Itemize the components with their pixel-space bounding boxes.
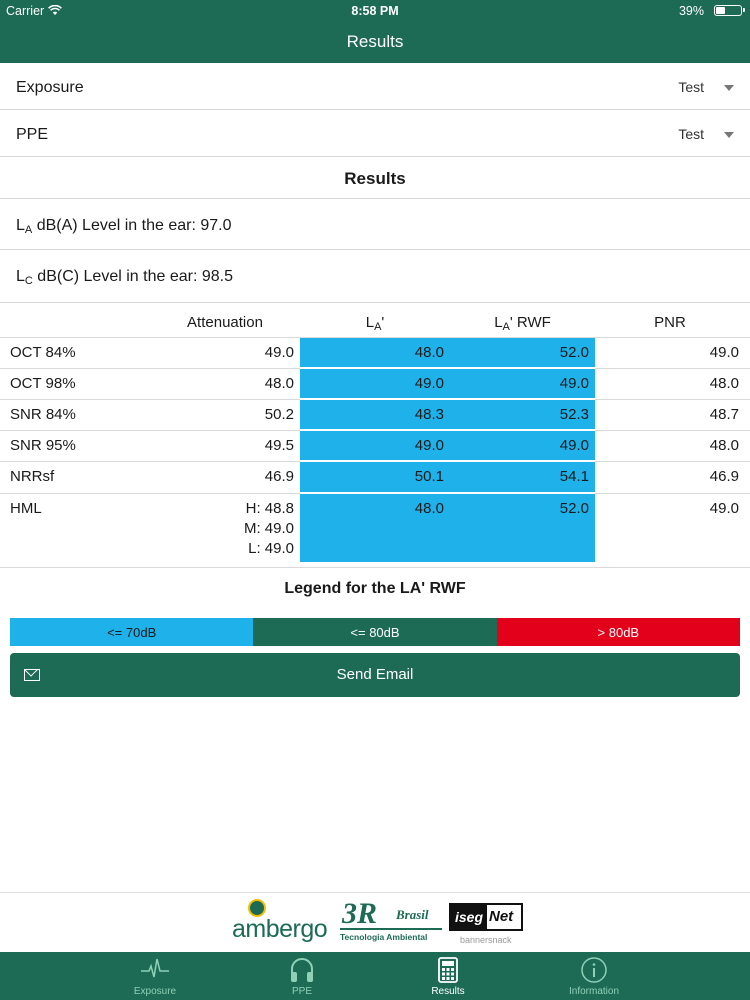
row-attenuation: 46.9 xyxy=(264,468,294,485)
row-attenuation: 49.0 xyxy=(264,344,294,361)
battery-percent: 39% xyxy=(678,4,704,18)
row-la: 50.1 xyxy=(414,468,444,485)
legend-title: Legend for the LA' RWF xyxy=(284,580,466,597)
header-la-rwf: LA' RWF xyxy=(494,314,551,333)
row-la: 48.3 xyxy=(414,406,444,423)
tab-bar: Exposure PPE Results Information xyxy=(0,952,750,1000)
tab-information[interactable]: Information xyxy=(519,952,669,1000)
tab-exposure-label: Exposure xyxy=(133,986,177,997)
legend-item-over-80db: > 80dB xyxy=(496,618,740,646)
row-name: NRRsf xyxy=(10,468,55,485)
row-la-rwf: 52.0 xyxy=(559,344,589,361)
heartbeat-icon xyxy=(141,958,169,978)
chevron-down-icon xyxy=(724,85,734,91)
legend-bar: <= 70dB <= 80dB > 80dB xyxy=(10,618,740,646)
ppe-label: PPE xyxy=(16,126,49,143)
row-la: 48.0 xyxy=(414,344,444,361)
row-pnr: 49.0 xyxy=(709,344,739,361)
row-name: HML xyxy=(10,500,42,517)
status-time: 8:58 PM xyxy=(351,4,399,18)
la-level-row: LA dB(A) Level in the ear: 97.0 xyxy=(0,199,750,250)
row-name: SNR 84% xyxy=(10,406,76,423)
row-attenuation-h: H: 48.8 xyxy=(245,500,294,517)
results-section-header: Results xyxy=(0,157,750,199)
row-la-rwf: 49.0 xyxy=(559,437,589,454)
tab-ppe-label: PPE xyxy=(291,986,312,997)
battery-icon xyxy=(714,5,745,16)
send-email-button[interactable]: Send Email xyxy=(10,653,740,697)
row-attenuation-m: M: 49.0 xyxy=(243,520,294,537)
row-name: OCT 98% xyxy=(10,375,76,392)
row-la-rwf: 54.1 xyxy=(559,468,589,485)
3r-brasil-logo: 3R Brasil Tecnologia Ambiental xyxy=(338,897,444,947)
header-la: LA' xyxy=(365,314,385,333)
headphones-icon xyxy=(291,958,313,982)
lc-level-row: LC dB(C) Level in the ear: 98.5 xyxy=(0,250,750,303)
chevron-down-icon xyxy=(724,132,734,138)
results-table: Attenuation LA' LA' RWF PNR OCT 84% 49.0 4… xyxy=(0,303,750,568)
row-attenuation: 50.2 xyxy=(264,406,294,423)
info-icon xyxy=(581,957,607,983)
bannersnack-watermark: bannersnack xyxy=(460,935,512,945)
legend-item-70db: <= 70dB xyxy=(10,618,254,646)
tab-ppe[interactable]: PPE xyxy=(227,952,377,1000)
results-heading: Results xyxy=(344,169,406,188)
tab-exposure[interactable]: Exposure xyxy=(80,952,230,1000)
row-pnr: 48.7 xyxy=(709,406,739,423)
exposure-label: Exposure xyxy=(16,79,84,96)
row-la-rwf: 49.0 xyxy=(559,375,589,392)
lc-level-text: LC dB(C) Level in the ear: 98.5 xyxy=(16,268,233,287)
ppe-selector[interactable]: PPE Test xyxy=(0,110,750,157)
row-la: 48.0 xyxy=(414,500,444,517)
page-title: Results xyxy=(346,32,404,51)
row-la: 49.0 xyxy=(414,437,444,454)
row-name: OCT 84% xyxy=(10,344,76,361)
sponsor-logos: ambergo 3R Brasil Tecnologia Ambiental i… xyxy=(0,892,750,953)
row-attenuation-l: L: 49.0 xyxy=(248,540,294,557)
header-pnr: PNR xyxy=(654,314,686,331)
row-attenuation: 48.0 xyxy=(264,375,294,392)
row-pnr: 49.0 xyxy=(709,500,739,517)
row-pnr: 48.0 xyxy=(709,375,739,392)
nav-header: Carrier 8:58 PM 39% Results xyxy=(0,0,750,63)
row-la-rwf: 52.3 xyxy=(559,406,589,423)
row-pnr: 46.9 xyxy=(709,468,739,485)
exposure-value: Test xyxy=(678,79,704,95)
tab-results[interactable]: Results xyxy=(373,952,523,1000)
la-level-text: LA dB(A) Level in the ear: 97.0 xyxy=(16,217,232,236)
send-email-label: Send Email xyxy=(336,666,414,683)
header-attenuation: Attenuation xyxy=(187,314,263,331)
row-name: SNR 95% xyxy=(10,437,76,454)
ppe-value: Test xyxy=(678,126,704,142)
calculator-icon xyxy=(438,957,458,983)
row-pnr: 48.0 xyxy=(709,437,739,454)
legend-item-80db: <= 80dB xyxy=(253,618,497,646)
row-la-rwf: 52.0 xyxy=(559,500,589,517)
row-la: 49.0 xyxy=(414,375,444,392)
exposure-selector[interactable]: Exposure Test xyxy=(0,63,750,110)
row-attenuation: 49.5 xyxy=(264,437,294,454)
tab-information-label: Information xyxy=(568,986,620,997)
isegnet-logo: iseg Net xyxy=(449,903,523,931)
tab-results-label: Results xyxy=(431,986,465,997)
